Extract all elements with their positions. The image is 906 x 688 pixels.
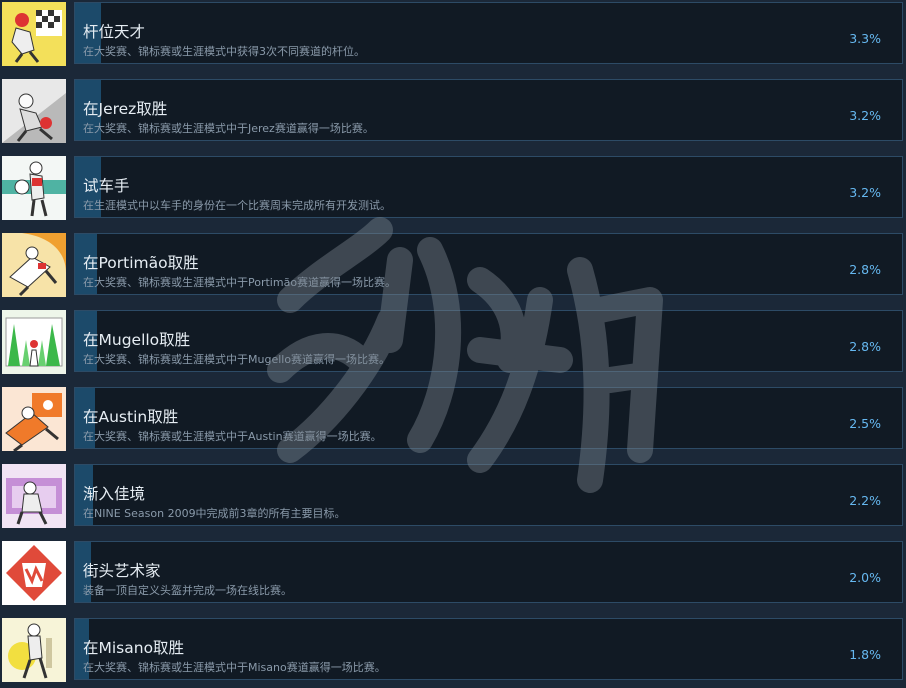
misano-rider-icon: [2, 618, 66, 682]
achievement-description: 在大奖赛、锦标赛或生涯模式中于Mugello赛道赢得一场比赛。: [83, 353, 391, 366]
achievement-percent: 3.3%: [849, 31, 881, 46]
achievement-panel: 渐入佳境 在NINE Season 2009中完成前3章的所有主要目标。 2.2…: [74, 464, 903, 526]
achievement-panel: 在Misano取胜 在大奖赛、锦标赛或生涯模式中于Misano赛道赢得一场比赛。…: [74, 618, 903, 680]
street-artist-icon: [2, 541, 66, 605]
achievement-row[interactable]: 渐入佳境 在NINE Season 2009中完成前3章的所有主要目标。 2.2…: [0, 462, 906, 528]
achievement-description: 在NINE Season 2009中完成前3章的所有主要目标。: [83, 507, 346, 520]
achievement-panel: 在Mugello取胜 在大奖赛、锦标赛或生涯模式中于Mugello赛道赢得一场比…: [74, 310, 903, 372]
achievement-row[interactable]: 杆位天才 在大奖赛、锦标赛或生涯模式中获得3次不同赛道的杆位。 3.3%: [0, 0, 906, 66]
achievement-row[interactable]: 在Misano取胜 在大奖赛、锦标赛或生涯模式中于Misano赛道赢得一场比赛。…: [0, 616, 906, 682]
achievement-percent: 2.8%: [849, 262, 881, 277]
achievement-title: 杆位天才: [83, 23, 146, 41]
austin-rider-icon: [2, 387, 66, 451]
achievement-title: 在Portimão取胜: [83, 254, 199, 272]
achievement-title: 在Jerez取胜: [83, 100, 168, 118]
achievement-description: 装备一顶自定义头盔并完成一场在线比赛。: [83, 584, 292, 597]
achievement-row[interactable]: 在Portimão取胜 在大奖赛、锦标赛或生涯模式中于Portimão赛道赢得一…: [0, 231, 906, 297]
achievement-percent: 2.5%: [849, 416, 881, 431]
achievement-panel: 杆位天才 在大奖赛、锦标赛或生涯模式中获得3次不同赛道的杆位。 3.3%: [74, 2, 903, 64]
achievement-panel: 在Austin取胜 在大奖赛、锦标赛或生涯模式中于Austin赛道赢得一场比赛。…: [74, 387, 903, 449]
achievement-percent: 2.0%: [849, 570, 881, 585]
achievement-percent: 3.2%: [849, 108, 881, 123]
achievement-row[interactable]: 在Jerez取胜 在大奖赛、锦标赛或生涯模式中于Jerez赛道赢得一场比赛。 3…: [0, 77, 906, 143]
test-rider-icon: [2, 156, 66, 220]
achievement-title: 在Mugello取胜: [83, 331, 191, 349]
achievement-panel: 在Portimão取胜 在大奖赛、锦标赛或生涯模式中于Portimão赛道赢得一…: [74, 233, 903, 295]
achievement-description: 在大奖赛、锦标赛或生涯模式中于Austin赛道赢得一场比赛。: [83, 430, 382, 443]
achievement-row[interactable]: 在Austin取胜 在大奖赛、锦标赛或生涯模式中于Austin赛道赢得一场比赛。…: [0, 385, 906, 451]
portimao-rider-icon: [2, 233, 66, 297]
achievement-title: 在Misano取胜: [83, 639, 185, 657]
achievement-percent: 1.8%: [849, 647, 881, 662]
achievement-title: 街头艺术家: [83, 562, 161, 580]
achievement-percent: 2.2%: [849, 493, 881, 508]
achievement-panel: 试车手 在生涯模式中以车手的身份在一个比赛周末完成所有开发测试。 3.2%: [74, 156, 903, 218]
achievement-description: 在大奖赛、锦标赛或生涯模式中于Misano赛道赢得一场比赛。: [83, 661, 386, 674]
achievement-percent: 3.2%: [849, 185, 881, 200]
achievement-description: 在大奖赛、锦标赛或生涯模式中于Portimão赛道赢得一场比赛。: [83, 276, 397, 289]
achievement-row[interactable]: 街头艺术家 装备一顶自定义头盔并完成一场在线比赛。 2.0%: [0, 539, 906, 605]
achievement-row[interactable]: 在Mugello取胜 在大奖赛、锦标赛或生涯模式中于Mugello赛道赢得一场比…: [0, 308, 906, 374]
achievement-description: 在大奖赛、锦标赛或生涯模式中于Jerez赛道赢得一场比赛。: [83, 122, 374, 135]
jerez-rider-icon: [2, 79, 66, 143]
achievement-panel: 在Jerez取胜 在大奖赛、锦标赛或生涯模式中于Jerez赛道赢得一场比赛。 3…: [74, 79, 903, 141]
mugello-rider-icon: [2, 310, 66, 374]
achievement-percent: 2.8%: [849, 339, 881, 354]
achievement-list: 杆位天才 在大奖赛、锦标赛或生涯模式中获得3次不同赛道的杆位。 3.3% 在Je…: [0, 0, 906, 688]
achievement-description: 在大奖赛、锦标赛或生涯模式中获得3次不同赛道的杆位。: [83, 45, 365, 58]
achievement-title: 在Austin取胜: [83, 408, 179, 426]
achievement-panel: 街头艺术家 装备一顶自定义头盔并完成一场在线比赛。 2.0%: [74, 541, 903, 603]
season-rider-icon: [2, 464, 66, 528]
achievement-description: 在生涯模式中以车手的身份在一个比赛周末完成所有开发测试。: [83, 199, 391, 212]
achievement-title: 渐入佳境: [83, 485, 146, 503]
achievement-title: 试车手: [83, 177, 130, 195]
pole-position-rider-icon: [2, 2, 66, 66]
achievement-row[interactable]: 试车手 在生涯模式中以车手的身份在一个比赛周末完成所有开发测试。 3.2%: [0, 154, 906, 220]
